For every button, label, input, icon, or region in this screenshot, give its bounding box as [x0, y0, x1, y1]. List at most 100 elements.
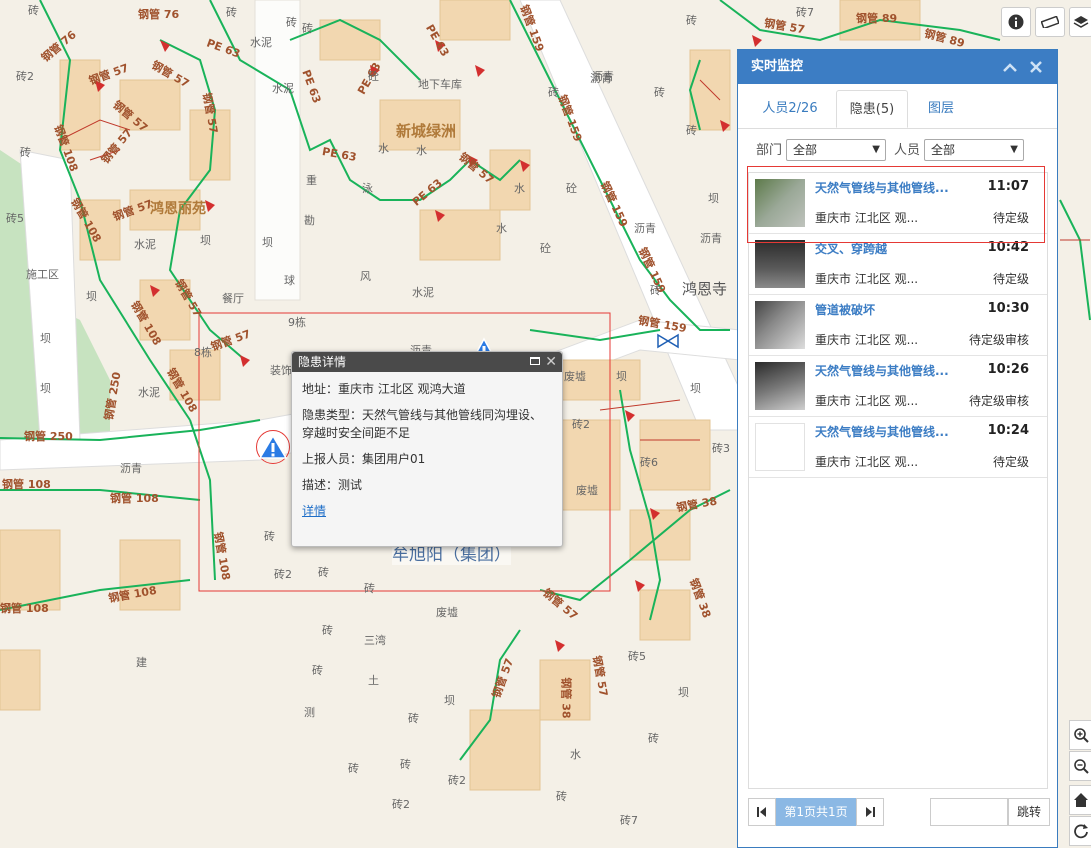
- reporter-value: 集团用户01: [362, 452, 426, 466]
- map-place-label: 砖: [348, 762, 359, 775]
- type-label: 隐患类型：: [302, 408, 363, 422]
- close-icon[interactable]: ✕: [545, 352, 557, 372]
- map-place-label: 装饰: [270, 364, 292, 377]
- popup-reporter-row: 上报人员：集团用户01: [292, 450, 562, 468]
- map-place-label: 砖7: [796, 6, 814, 19]
- hazard-thumbnail: [755, 301, 805, 349]
- map-place-label: 砖: [28, 4, 39, 17]
- area-name-label: 鸿恩丽苑: [150, 201, 206, 217]
- dropdown-arrow-icon: ▼: [872, 144, 880, 155]
- prev-page-button[interactable]: [748, 798, 776, 826]
- area-name-label: 新城绿洲: [396, 122, 457, 140]
- reporter-label: 上报人员：: [302, 452, 363, 466]
- measure-button[interactable]: [1035, 7, 1065, 37]
- hazard-title[interactable]: 天然气管线与其他管线...: [815, 362, 965, 379]
- map-place-label: 三湾: [364, 634, 386, 647]
- dept-select[interactable]: 全部 ▼: [786, 139, 886, 161]
- map-place-label: 水泥: [272, 82, 294, 95]
- map-place-label: 坝: [444, 694, 455, 707]
- refresh-icon: [1074, 824, 1088, 839]
- address-value: 重庆市 江北区 观鸿大道: [338, 382, 466, 396]
- map-place-label: 砖: [686, 14, 697, 27]
- home-icon: [1074, 793, 1088, 807]
- map-place-label: 地下车库: [418, 78, 462, 91]
- map-place-label: 水: [378, 142, 389, 155]
- layers-button[interactable]: [1069, 7, 1091, 37]
- hazard-list-item[interactable]: 交叉、穿跨越 10:42 重庆市 江北区 观... 待定级: [749, 234, 1047, 295]
- collapse-icon[interactable]: [1003, 62, 1017, 72]
- hazard-status: 待定级审核: [968, 394, 1029, 408]
- hazard-list-item[interactable]: 管道被破坏 10:30 重庆市 江北区 观... 待定级审核: [749, 295, 1047, 356]
- hazard-thumbnail: [755, 423, 805, 471]
- map-place-label: 坝: [616, 370, 627, 383]
- person-filter-label: 人员: [894, 143, 921, 158]
- map-place-label: 废墟: [436, 606, 458, 619]
- hazard-list-item[interactable]: 天然气管线与其他管线... 10:24 重庆市 江北区 观... 待定级: [749, 417, 1047, 478]
- jump-button[interactable]: 跳转: [1008, 798, 1050, 826]
- tab-hazards[interactable]: 隐患(5): [836, 90, 908, 128]
- warning-icon[interactable]: [257, 431, 289, 463]
- hazard-list-item[interactable]: 天然气管线与其他管线... 11:07 重庆市 江北区 观... 待定级: [749, 173, 1047, 234]
- refresh-button[interactable]: [1069, 816, 1091, 846]
- hazard-address: 重庆市 江北区 观...: [815, 272, 919, 286]
- home-button[interactable]: [1069, 785, 1091, 815]
- map-place-label: 砼: [540, 242, 551, 255]
- hazard-status: 待定级审核: [968, 333, 1029, 347]
- desc-label: 描述：: [302, 478, 339, 492]
- maximize-icon[interactable]: [530, 357, 540, 365]
- dept-select-value: 全部: [793, 143, 818, 157]
- map-place-label: 坝: [678, 686, 689, 699]
- hazard-title[interactable]: 管道被破坏: [815, 301, 965, 318]
- map-place-label: 风: [360, 270, 371, 283]
- map-place-label: 砖5: [6, 212, 24, 225]
- map-place-label: 水: [496, 222, 507, 235]
- map-place-label: 坝: [708, 192, 719, 205]
- tab-layers[interactable]: 图层: [916, 90, 966, 128]
- hazard-thumbnail: [755, 179, 805, 227]
- zoom-out-button[interactable]: [1069, 751, 1091, 781]
- hazard-time: 10:24: [987, 423, 1029, 438]
- pipe-label: 钢管 250: [24, 430, 73, 443]
- map-place-label: 沥青: [700, 232, 722, 245]
- map-place-label: 砖: [364, 582, 375, 595]
- hazard-detail-popup: 隐患详情 ✕ 地址：重庆市 江北区 观鸿大道 隐患类型：天然气管线与其他管线同沟…: [291, 351, 563, 547]
- hazard-thumbnail: [755, 240, 805, 288]
- hazard-list-item[interactable]: 天然气管线与其他管线... 10:26 重庆市 江北区 观... 待定级审核: [749, 356, 1047, 417]
- hazard-title[interactable]: 天然气管线与其他管线...: [815, 423, 965, 440]
- pipe-label: 钢管 108: [2, 478, 51, 491]
- page-jump-input[interactable]: [930, 798, 1008, 826]
- zoom-out-icon: [1074, 759, 1089, 774]
- info-icon: [1008, 14, 1024, 30]
- map-place-label: 水泥: [134, 238, 156, 251]
- map-place-label: 砖2: [572, 418, 590, 431]
- selected-hazard-ring[interactable]: [256, 430, 290, 464]
- next-page-button[interactable]: [856, 798, 884, 826]
- ruler-icon: [1041, 16, 1059, 28]
- map-place-label: 砖2: [274, 568, 292, 581]
- hazard-title[interactable]: 交叉、穿跨越: [815, 240, 965, 257]
- tab-personnel[interactable]: 人员2/26: [750, 90, 830, 128]
- map-place-label: 水泥: [412, 286, 434, 299]
- person-select[interactable]: 全部 ▼: [924, 139, 1024, 161]
- map-place-label: 废墟: [564, 370, 586, 383]
- map-place-label: 砖: [264, 530, 275, 543]
- map-place-label: 坝: [40, 382, 51, 395]
- popup-desc-row: 描述：测试: [292, 476, 562, 494]
- hazard-address: 重庆市 江北区 观...: [815, 394, 919, 408]
- map-place-label: 水: [514, 182, 525, 195]
- map-place-label: 砖: [408, 712, 419, 725]
- first-page-icon: [757, 807, 766, 817]
- popup-header: 隐患详情 ✕: [292, 352, 562, 372]
- hazard-title[interactable]: 天然气管线与其他管线...: [815, 179, 965, 196]
- info-button[interactable]: [1001, 7, 1031, 37]
- map-place-label: 砖7: [620, 814, 638, 827]
- map-place-label: 砖: [400, 758, 411, 771]
- map-place-label: 沥青: [634, 222, 656, 235]
- map-place-label: 砖: [686, 124, 697, 137]
- detail-link[interactable]: 详情: [302, 504, 326, 518]
- map-place-label: 沥青: [592, 70, 614, 83]
- hazard-thumbnail: [755, 362, 805, 410]
- close-icon[interactable]: [1029, 60, 1043, 74]
- zoom-in-button[interactable]: [1069, 720, 1091, 750]
- map-place-label: 砖5: [628, 650, 646, 663]
